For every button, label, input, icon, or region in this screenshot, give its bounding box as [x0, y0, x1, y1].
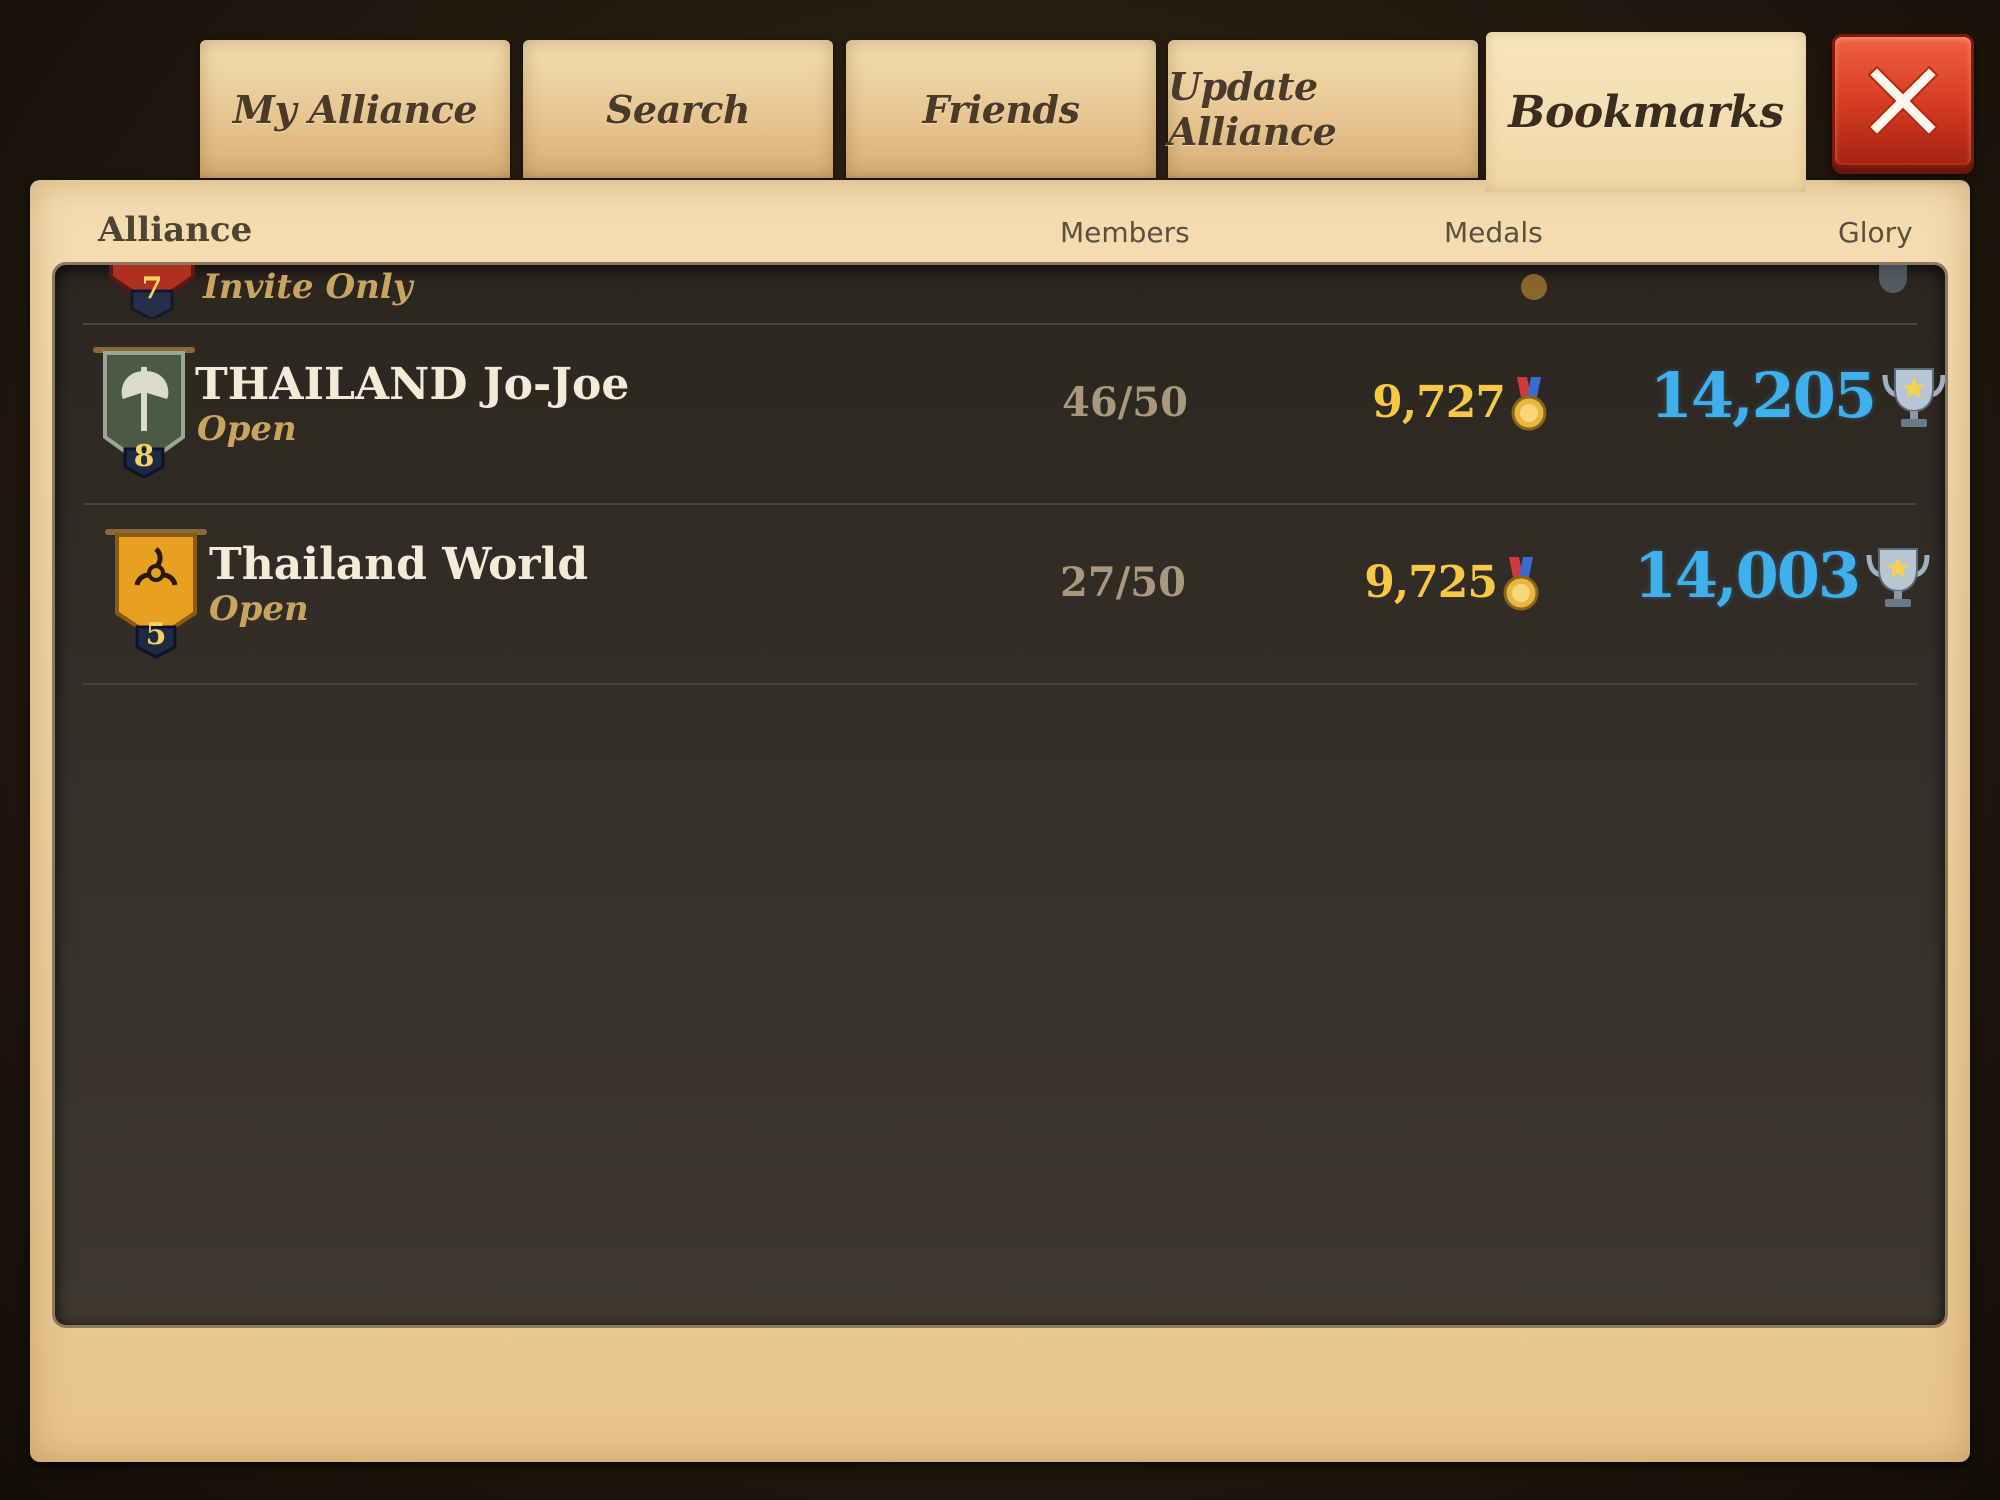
alliance-status: Invite Only — [203, 267, 413, 307]
medals-column-header: Medals — [1444, 216, 1543, 249]
alliance-name: Thailand World — [209, 539, 589, 590]
tab-update-alliance[interactable]: Update Alliance — [1168, 40, 1478, 178]
medal-icon — [1521, 274, 1547, 300]
list-item[interactable]: 5 Thailand World Open 27/50 9,725 14,003 — [55, 505, 1945, 685]
medal-count: 9,725 — [1364, 557, 1498, 608]
alliance-name: THAILAND Jo-Joe — [195, 359, 630, 410]
glory-column-header: Glory — [1838, 216, 1913, 249]
trophy-icon — [1879, 265, 1907, 293]
tab-label: Friends — [922, 86, 1080, 132]
alliance-status: Open — [209, 589, 309, 629]
alliance-column-header: Alliance — [98, 210, 253, 250]
trophy-icon — [1882, 368, 1945, 427]
alliance-panel: Alliance Members Medals Glory 7 Invite O… — [30, 180, 1970, 1462]
tab-label: Search — [605, 86, 751, 132]
rank-number: 8 — [133, 439, 155, 474]
member-count: 46/50 — [1062, 379, 1188, 426]
row-divider — [83, 683, 1917, 685]
close-button[interactable] — [1832, 34, 1974, 168]
close-x-icon — [1867, 65, 1939, 137]
medal-count: 9,727 — [1372, 377, 1506, 428]
trophy-icon — [1866, 548, 1930, 607]
tab-my-alliance[interactable]: My Alliance — [200, 40, 510, 178]
rank-number: 5 — [145, 617, 167, 652]
glory-score: 14,003 — [1633, 539, 1861, 612]
medal-icon — [1511, 377, 1547, 431]
tab-label: Bookmarks — [1508, 86, 1784, 138]
list-item[interactable]: 7 Invite Only — [55, 265, 1945, 325]
list-item[interactable]: 8 THAILAND Jo-Joe Open 46/50 9,727 14,20… — [55, 325, 1945, 505]
member-count: 27/50 — [1060, 559, 1186, 606]
rank-number: 7 — [141, 271, 163, 306]
medal-icon — [1503, 557, 1539, 611]
alliance-status: Open — [197, 409, 297, 449]
tab-label: Update Alliance — [1168, 64, 1337, 154]
glory-score: 14,205 — [1649, 359, 1877, 432]
tab-bookmarks[interactable]: Bookmarks — [1486, 32, 1806, 192]
tab-search[interactable]: Search — [523, 40, 833, 178]
members-column-header: Members — [1060, 216, 1190, 249]
bookmark-list[interactable]: 7 Invite Only 8 THAILAND Jo-Joe Open 46/… — [52, 262, 1948, 1328]
tab-friends[interactable]: Friends — [846, 40, 1156, 178]
tab-label: My Alliance — [232, 86, 478, 132]
